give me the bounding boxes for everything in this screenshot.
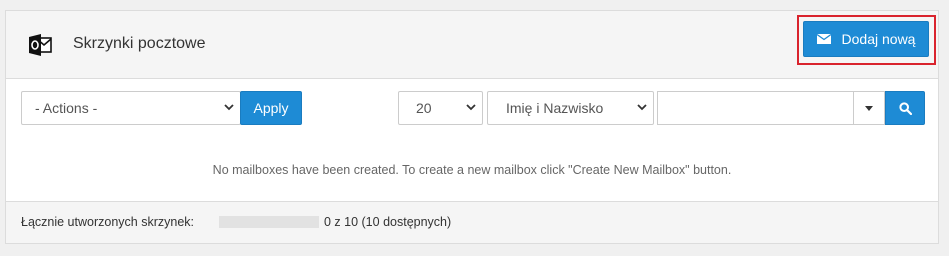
page-title: Skrzynki pocztowe (73, 35, 206, 52)
actions-select[interactable]: - Actions - (21, 91, 241, 125)
search-filter-toggle[interactable] (853, 91, 885, 125)
sort-select[interactable]: Imię i Nazwisko (487, 91, 654, 125)
search-button[interactable] (885, 91, 925, 125)
empty-state-message: No mailboxes have been created. To creat… (212, 163, 732, 177)
panel-header: Skrzynki pocztowe (6, 11, 938, 79)
chevron-down-icon (466, 104, 476, 111)
per-page-select[interactable]: 20 (398, 91, 483, 125)
sort-value: Imię i Nazwisko (506, 100, 604, 116)
chevron-down-icon (224, 104, 234, 111)
envelope-icon (816, 34, 831, 44)
mailboxes-panel: Skrzynki pocztowe Dodaj nową - Actions -… (5, 10, 939, 244)
usage-progress-bar (219, 216, 319, 228)
caret-down-icon (865, 105, 873, 111)
actions-select-value: - Actions - (35, 100, 98, 116)
add-mailbox-button[interactable]: Dodaj nową (803, 21, 929, 57)
outlook-icon (29, 34, 52, 56)
per-page-value: 20 (416, 100, 432, 116)
add-mailbox-label: Dodaj nową (841, 31, 916, 47)
apply-button[interactable]: Apply (240, 91, 302, 125)
total-mailboxes-label: Łącznie utworzonych skrzynek: (21, 215, 194, 229)
search-icon (898, 101, 912, 115)
panel-footer: Łącznie utworzonych skrzynek: 0 z 10 (10… (6, 201, 938, 243)
mailbox-count: 0 z 10 (10 dostępnych) (324, 215, 452, 229)
chevron-down-icon (637, 104, 647, 111)
search-input[interactable] (657, 91, 853, 125)
